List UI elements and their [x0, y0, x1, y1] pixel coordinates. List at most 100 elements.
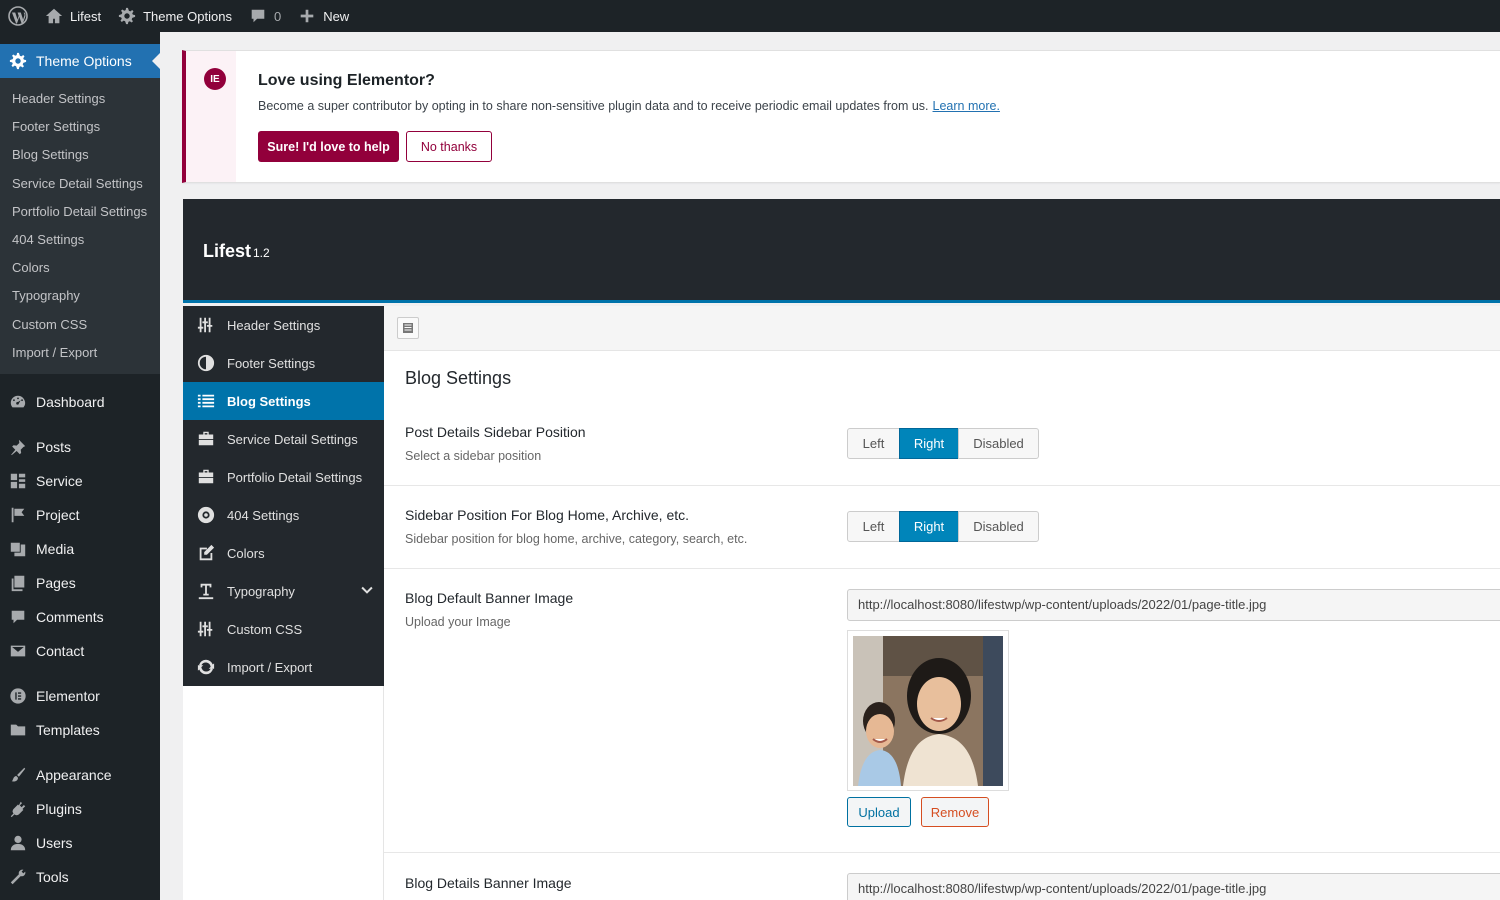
plug-icon: [8, 799, 28, 819]
pin-icon: [8, 437, 28, 457]
flag-icon: [8, 505, 28, 525]
nav-import-export[interactable]: Import / Export: [183, 648, 384, 686]
elementor-notice: IE Love using Elementor? Become a super …: [182, 50, 1500, 183]
submenu-colors[interactable]: Colors: [0, 254, 160, 282]
learn-more-link[interactable]: Learn more.: [933, 99, 1000, 113]
nav-portfolio-detail-settings[interactable]: Portfolio Detail Settings: [183, 458, 384, 496]
menu-contact-label: Contact: [36, 642, 85, 659]
submenu-portfolio-detail-settings[interactable]: Portfolio Detail Settings: [0, 198, 160, 226]
chevron-down-icon[interactable]: [360, 584, 374, 598]
option-left[interactable]: Left: [847, 511, 900, 542]
menu-users[interactable]: Users: [0, 826, 160, 860]
option-right[interactable]: Right: [899, 511, 959, 542]
menu-service[interactable]: Service: [0, 464, 160, 498]
options-panel-header: Lifest 1.2: [183, 199, 1500, 303]
menu-comments[interactable]: Comments: [0, 600, 160, 634]
menu-theme-options[interactable]: Theme Options: [0, 44, 160, 78]
field-desc: Upload your Image: [405, 615, 511, 629]
nav-header-settings[interactable]: Header Settings: [183, 306, 384, 344]
menu-comments-label: Comments: [36, 608, 104, 625]
menu-plugins[interactable]: Plugins: [0, 792, 160, 826]
option-left[interactable]: Left: [847, 428, 900, 459]
image-url-input[interactable]: http://localhost:8080/lifestwp/wp-conten…: [847, 873, 1500, 900]
field-blog-sidebar: Sidebar Position For Blog Home, Archive,…: [384, 486, 1500, 569]
comment-icon: [248, 6, 268, 26]
menu-elementor[interactable]: Elementor: [0, 679, 160, 713]
theme-options-link[interactable]: Theme Options: [109, 0, 240, 32]
sliders-icon: [196, 619, 216, 639]
site-name-link[interactable]: Lifest: [36, 0, 109, 32]
submenu-404-settings[interactable]: 404 Settings: [0, 226, 160, 254]
admin-bar: Lifest Theme Options 0 New: [0, 0, 1500, 32]
menu-media-label: Media: [36, 540, 75, 557]
refresh-icon: [196, 657, 216, 677]
nav-typography[interactable]: Typography: [183, 572, 384, 610]
notice-title: Love using Elementor?: [258, 72, 435, 89]
option-disabled[interactable]: Disabled: [958, 428, 1039, 459]
gear-icon: [8, 51, 28, 71]
comments-link[interactable]: 0: [240, 0, 289, 32]
nav-footer-settings[interactable]: Footer Settings: [183, 344, 384, 382]
section-title: Blog Settings: [405, 368, 512, 388]
menu-pages[interactable]: Pages: [0, 566, 160, 600]
image-preview: [847, 630, 1009, 791]
menu-dashboard[interactable]: Dashboard: [0, 385, 160, 419]
submenu-service-detail-settings[interactable]: Service Detail Settings: [0, 170, 160, 198]
field-post-sidebar: Post Details Sidebar Position Select a s…: [384, 407, 1500, 486]
cog-circle-icon: [196, 505, 216, 525]
submenu-footer-settings[interactable]: Footer Settings: [0, 113, 160, 141]
submenu-blog-settings[interactable]: Blog Settings: [0, 141, 160, 169]
list-icon: [196, 391, 216, 411]
sliders-icon: [196, 315, 216, 335]
user-icon: [8, 833, 28, 853]
menu-tools-label: Tools: [36, 868, 69, 885]
wrench-icon: [8, 867, 28, 887]
theme-version: 1.2: [253, 246, 270, 260]
menu-media[interactable]: Media: [0, 532, 160, 566]
menu-templates[interactable]: Templates: [0, 713, 160, 747]
pages-icon: [8, 573, 28, 593]
submenu-typography[interactable]: Typography: [0, 282, 160, 310]
submenu-header-settings[interactable]: Header Settings: [0, 85, 160, 113]
plus-icon: [297, 6, 317, 26]
theme-name: Lifest: [203, 241, 252, 261]
menu-dashboard-label: Dashboard: [36, 393, 105, 410]
opt-in-button[interactable]: Sure! I'd love to help: [258, 131, 399, 162]
nav-custom-css[interactable]: Custom CSS: [183, 610, 384, 648]
field-desc: Sidebar position for blog home, archive,…: [405, 532, 748, 546]
grid-icon: [8, 471, 28, 491]
submenu-import-export[interactable]: Import / Export: [0, 339, 160, 367]
menu-tools[interactable]: Tools: [0, 860, 160, 894]
brush-icon: [8, 765, 28, 785]
nav-404-settings[interactable]: 404 Settings: [183, 496, 384, 534]
options-toolbar: [384, 306, 1500, 351]
image-url-input[interactable]: http://localhost:8080/lifestwp/wp-conten…: [847, 589, 1500, 621]
field-details-banner: Blog Details Banner Image http://localho…: [384, 853, 1500, 900]
options-main: Blog Settings Post Details Sidebar Posit…: [384, 351, 1500, 900]
field-label: Sidebar Position For Blog Home, Archive,…: [405, 507, 690, 523]
nav-blog-settings[interactable]: Blog Settings: [183, 382, 384, 420]
new-content-link[interactable]: New: [289, 0, 357, 32]
menu-service-label: Service: [36, 472, 83, 489]
menu-appearance[interactable]: Appearance: [0, 758, 160, 792]
upload-button[interactable]: Upload: [847, 797, 911, 827]
gear-icon: [117, 6, 137, 26]
expand-toggle-icon[interactable]: [397, 317, 419, 339]
option-disabled[interactable]: Disabled: [958, 511, 1039, 542]
no-thanks-button[interactable]: No thanks: [406, 131, 492, 162]
option-right[interactable]: Right: [899, 428, 959, 459]
menu-appearance-label: Appearance: [36, 766, 112, 783]
menu-project[interactable]: Project: [0, 498, 160, 532]
folder-icon: [8, 720, 28, 740]
submenu-custom-css[interactable]: Custom CSS: [0, 311, 160, 339]
nav-colors[interactable]: Colors: [183, 534, 384, 572]
edit-icon: [196, 543, 216, 563]
remove-button[interactable]: Remove: [921, 797, 989, 827]
menu-contact[interactable]: Contact: [0, 634, 160, 668]
menu-users-label: Users: [36, 834, 73, 851]
wordpress-logo-icon[interactable]: [0, 0, 36, 32]
new-label: New: [323, 8, 350, 24]
sidebar-position-buttonset: Left Right Disabled: [847, 511, 1039, 542]
menu-posts[interactable]: Posts: [0, 430, 160, 464]
nav-service-detail-settings[interactable]: Service Detail Settings: [183, 420, 384, 458]
